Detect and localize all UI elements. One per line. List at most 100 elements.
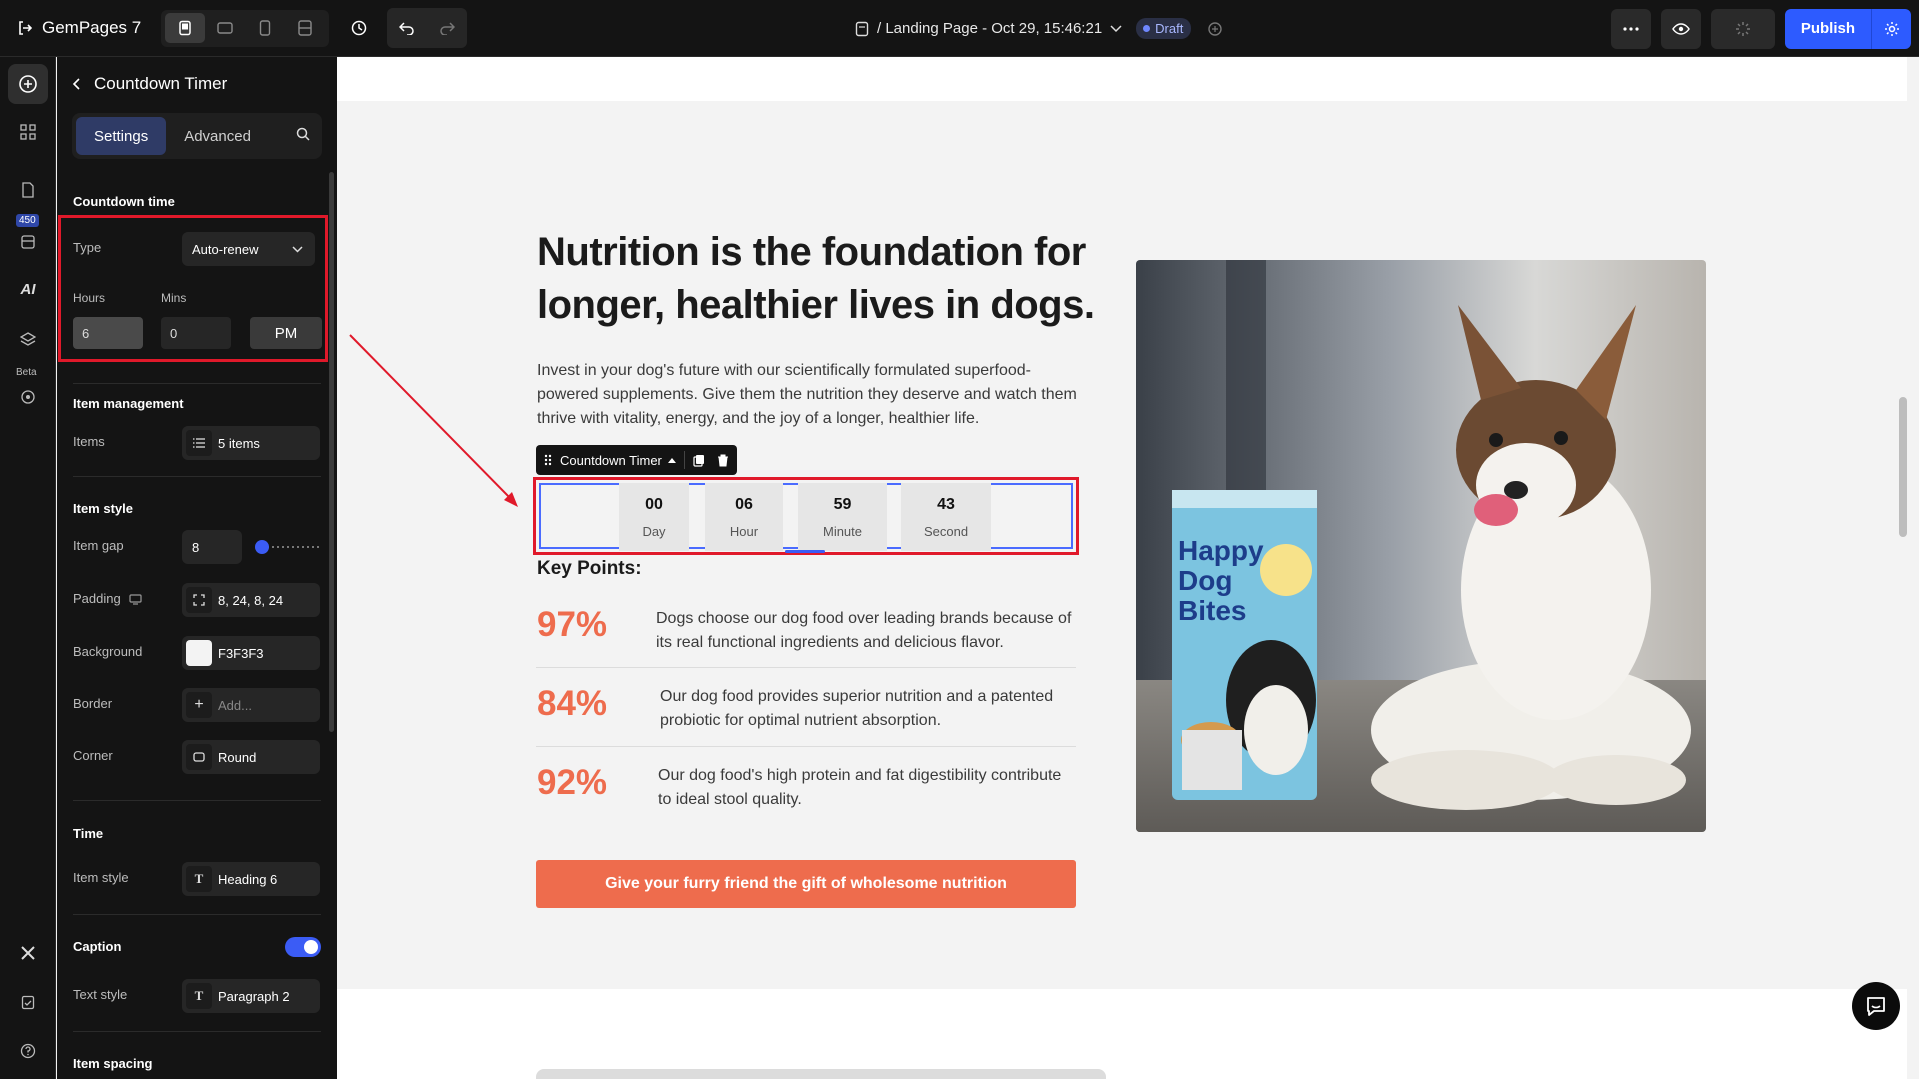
padding-value: 8, 24, 8, 24 [218,592,284,608]
divider [73,800,321,801]
key-points-title[interactable]: Key Points: [537,558,642,580]
duplicate-icon[interactable] [693,454,705,467]
search-button[interactable] [296,127,310,146]
key-point-text: Dogs choose our dog food over leading br… [656,610,1072,651]
time-item-style-label: Item style [73,870,129,885]
publish-button[interactable]: Publish [1784,8,1871,49]
tab-settings[interactable]: Settings [76,117,167,155]
checklist-button[interactable] [8,982,48,1022]
mobile-view-button[interactable] [245,13,285,43]
element-name[interactable]: Countdown Timer [560,453,662,468]
brand-name: GemPages 7 [42,18,142,37]
time-item-style-control[interactable]: T Heading 6 [182,862,320,896]
resize-handle[interactable] [785,550,825,553]
key-point-text: Our dog food's high protein and fat dige… [658,767,1062,808]
trash-icon[interactable] [717,454,729,467]
undo-button[interactable] [387,8,427,48]
caption-toggle[interactable] [285,937,321,957]
type-value: Auto-renew [192,241,259,257]
product-image[interactable]: Happy Dog Bites [1136,260,1706,832]
padding-control[interactable]: 8, 24, 8, 24 [182,583,320,617]
ai-button[interactable]: AI [8,269,48,309]
more-button[interactable] [1610,8,1651,49]
page-canvas: Nutrition is the foundation for longer, … [337,57,1907,1079]
caption-text-style-value: Paragraph 2 [218,988,290,1004]
caret-up-icon[interactable] [667,457,676,463]
mins-input[interactable]: 0 [161,317,231,349]
publish-settings-button[interactable] [1871,8,1911,49]
key-point-percent: 84% [537,684,608,723]
headline[interactable]: Nutrition is the foundation for longer, … [537,226,1097,332]
redo-button[interactable] [427,8,467,48]
page-name: / Landing Page - Oct 29, 15:46:21 [877,20,1103,37]
history-button[interactable] [339,8,379,48]
intro-paragraph[interactable]: Invest in your dog's future with our sci… [537,359,1077,431]
tablet-view-button[interactable] [205,13,245,43]
item-gap-input[interactable]: 8 [182,530,242,564]
hours-input[interactable]: 6 [73,317,143,349]
layers-button[interactable] [8,320,48,360]
more-icon [1623,26,1639,31]
preview-button[interactable] [1660,8,1701,49]
plus-icon: + [186,692,212,718]
eye-icon [1671,22,1690,35]
drag-handle-icon[interactable] [544,454,552,466]
back-icon[interactable] [72,78,80,90]
bag-text-line3: Bites [1178,595,1246,626]
chat-support-button[interactable] [1852,982,1900,1030]
theme-button[interactable] [8,377,48,417]
border-control[interactable]: + Add... [182,688,320,722]
section-title-time: Time [73,826,104,841]
text-icon: T [186,866,212,892]
sections-button[interactable] [8,112,48,152]
background-control[interactable]: F3F3F3 [182,636,320,670]
sync-icon[interactable] [1207,21,1223,37]
chevron-down-icon [292,245,303,253]
undo-icon [399,22,414,35]
desktop-view-button[interactable] [165,13,206,43]
search-icon [296,127,310,141]
save-button[interactable] [1710,8,1775,49]
panel-title: Countdown Timer [94,74,228,93]
grid-icon [20,124,36,140]
item-gap-slider-knob[interactable] [255,540,269,554]
divider [536,667,1076,668]
corner-control[interactable]: Round [182,740,320,774]
next-section-image [536,1069,1106,1079]
palette-icon [21,390,35,404]
panel-scrollbar[interactable] [329,172,334,732]
exit-button[interactable]: GemPages 7 [18,18,141,38]
timer-item-hour: 06 Hour [705,483,783,551]
items-control[interactable]: 5 items [182,426,320,460]
document-icon [22,182,34,198]
x-button[interactable] [8,933,48,973]
redo-icon [440,22,456,35]
page-selector[interactable]: / Landing Page - Oct 29, 15:46:21 Draft [855,0,1223,57]
tab-advanced[interactable]: Advanced [166,117,269,155]
mins-label: Mins [161,291,187,305]
dog-product-illustration: Happy Dog Bites [1136,260,1706,832]
add-element-button[interactable] [8,64,48,104]
cta-button[interactable]: Give your furry friend the gift of whole… [536,860,1076,908]
type-select[interactable]: Auto-renew [182,232,315,266]
background-label: Background [73,644,143,659]
pages-button[interactable] [8,170,48,210]
background-value: F3F3F3 [218,645,264,661]
bag-text-line1: Happy [1178,535,1264,566]
status-label: Draft [1155,21,1184,36]
timer-caption: Day [642,523,666,539]
padding-icon [186,587,212,613]
timer-value: 00 [645,495,663,513]
ampm-button[interactable]: PM [250,317,322,349]
desktop-icon [179,20,191,36]
item-gap-slider-track[interactable] [262,546,320,548]
plus-circle-icon [19,75,37,93]
items-value: 5 items [218,435,260,451]
caption-text-style-control[interactable]: T Paragraph 2 [182,979,320,1013]
help-button[interactable] [8,1031,48,1071]
top-bar: GemPages 7 / Landing Page - Oct 29, 15:4… [0,0,1919,57]
library-button[interactable] [8,222,48,262]
layout-view-button[interactable] [285,13,325,43]
border-value: Add... [218,697,252,713]
canvas-scrollbar[interactable] [1899,397,1907,537]
